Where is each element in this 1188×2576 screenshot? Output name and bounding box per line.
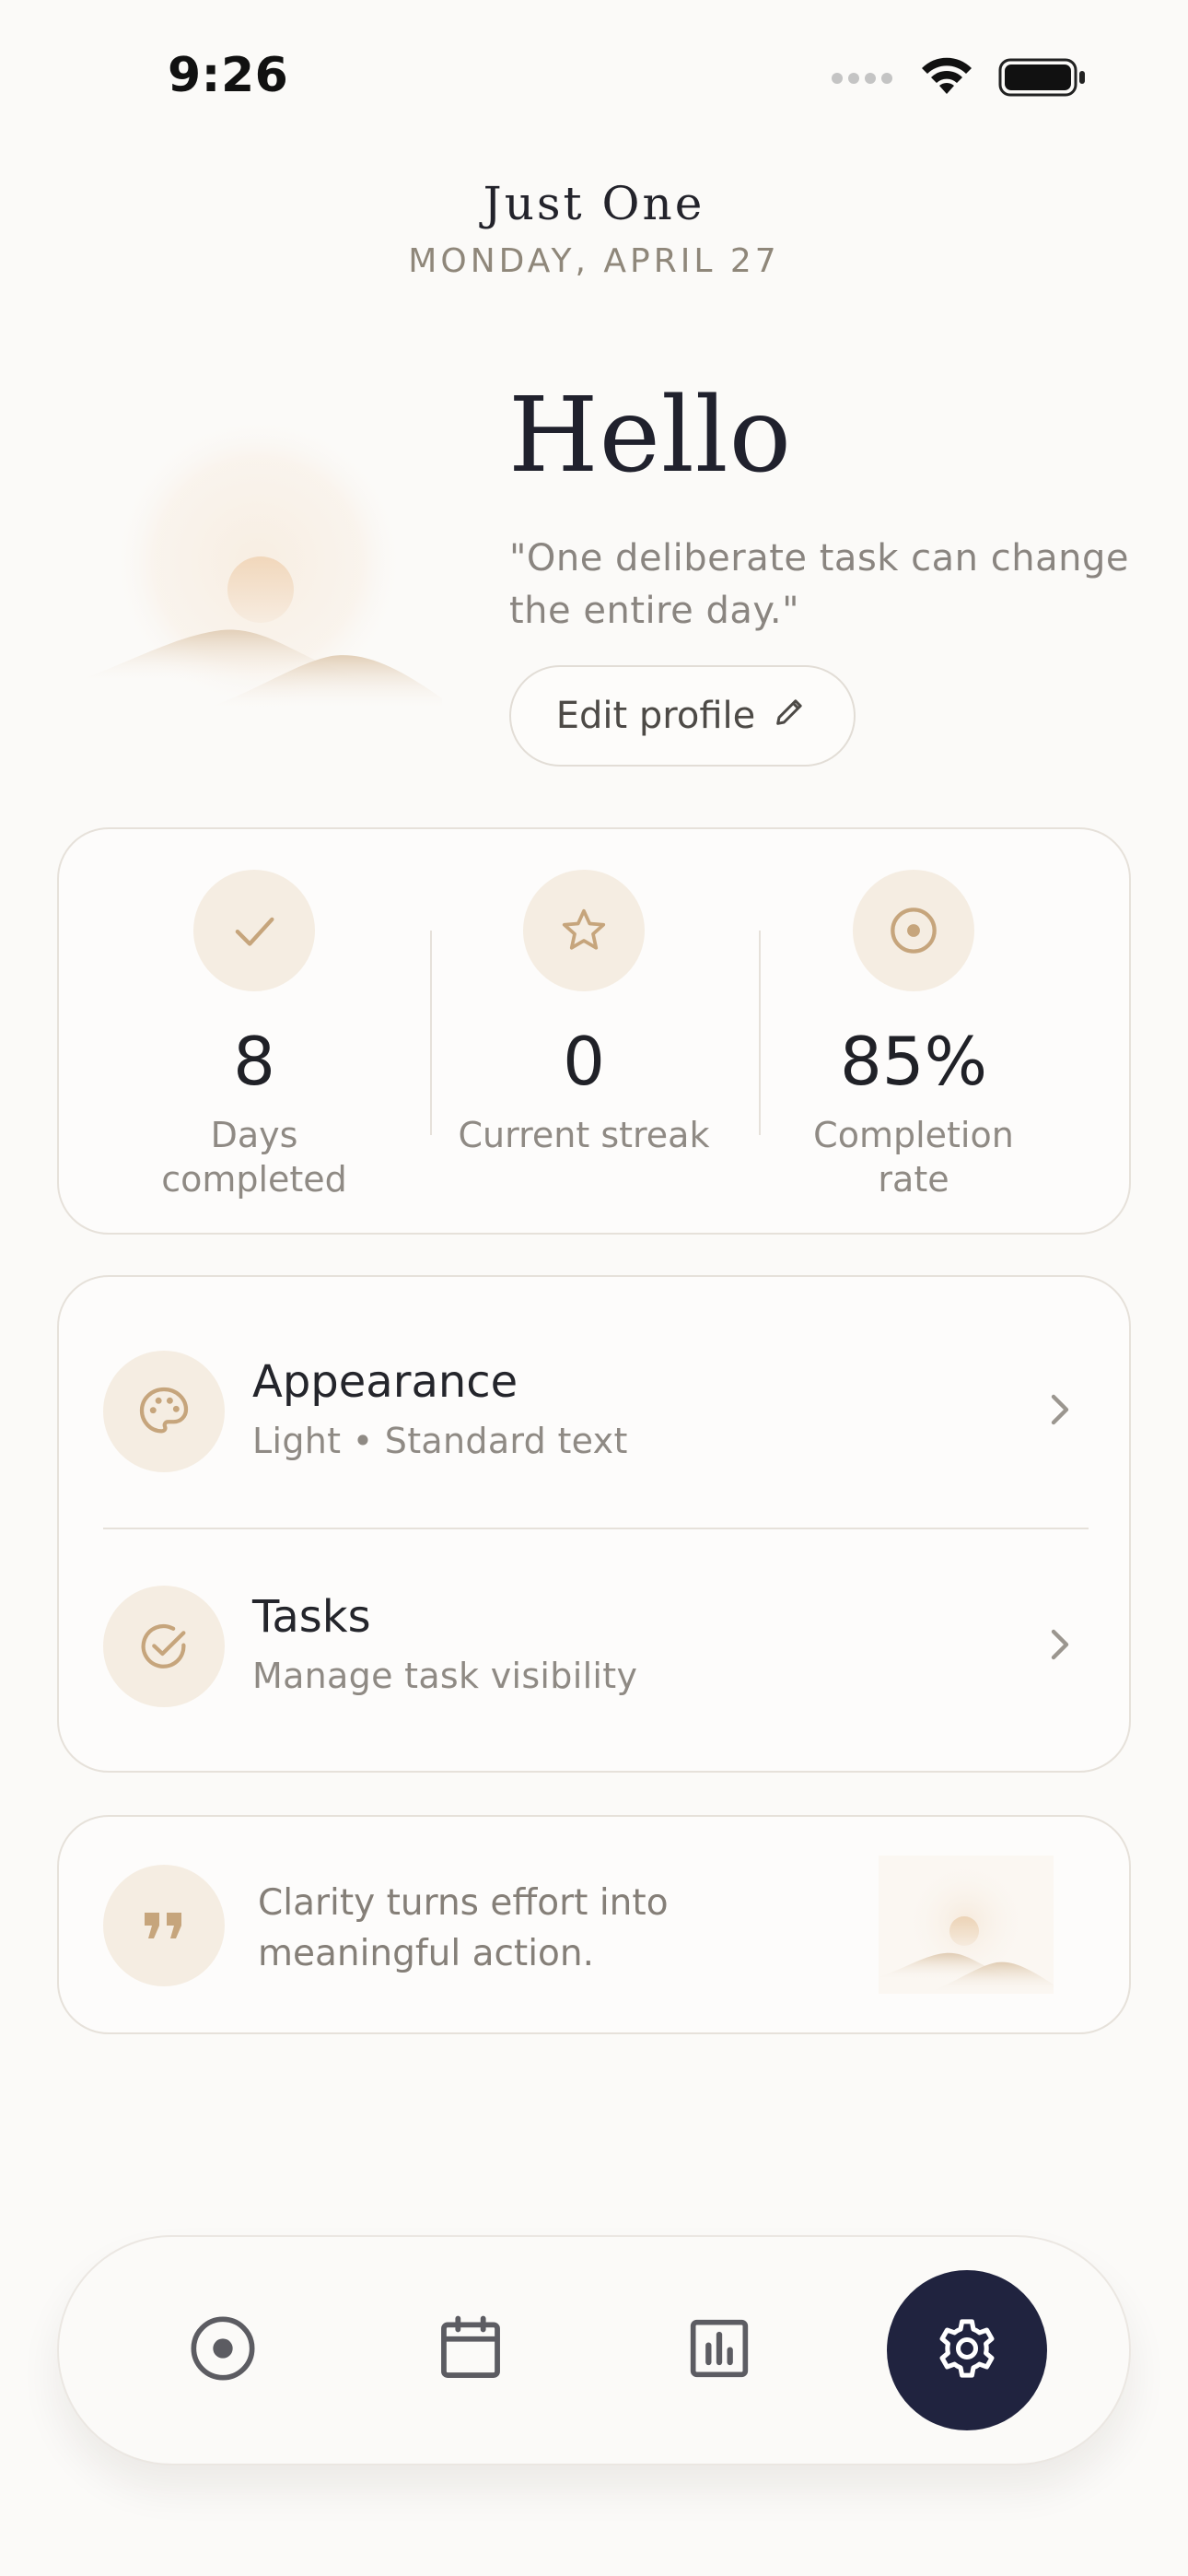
status-bar: 9:26: [0, 0, 1188, 147]
sunrise-thumbnail: [879, 1856, 1054, 1997]
greeting: Hello: [508, 376, 793, 496]
star-icon: [523, 870, 645, 991]
stat-label: Days completed: [161, 1115, 347, 1200]
quote-card-text: Clarity turns effort into meaningful act…: [258, 1882, 669, 1974]
edit-profile-label: Edit profile: [555, 695, 756, 737]
stat-days-completed: 8 Days completed: [116, 829, 392, 1233]
app-title: Just One: [483, 177, 705, 230]
battery-icon: [998, 57, 1087, 101]
edit-profile-button[interactable]: Edit profile: [509, 665, 856, 767]
stat-value: 8: [233, 1023, 275, 1100]
pencil-icon: [772, 693, 809, 739]
target-icon: [853, 870, 974, 991]
tab-focus[interactable]: [140, 2237, 306, 2464]
setting-title: Appearance: [252, 1356, 518, 1408]
sunrise-illustration: [74, 405, 442, 722]
check-icon: [193, 870, 315, 991]
setting-subtitle: Manage task visibility: [252, 1656, 638, 1696]
tab-stats[interactable]: [636, 2237, 802, 2464]
focus-icon: [186, 2312, 260, 2389]
check-circle-icon: [103, 1586, 225, 1707]
chevron-right-icon: [1048, 1626, 1074, 1667]
stat-label: Current streak: [458, 1115, 710, 1155]
stat-value: 85%: [839, 1023, 988, 1100]
chevron-right-icon: [1048, 1391, 1074, 1432]
quote-icon: [103, 1865, 225, 1986]
stat-value: 0: [563, 1023, 605, 1100]
stats-card: 8 Days completed 0 Current streak 85% Co…: [57, 827, 1131, 1235]
tab-calendar[interactable]: [388, 2237, 553, 2464]
stat-current-streak: 0 Current streak: [446, 829, 722, 1233]
stats-icon: [682, 2312, 756, 2389]
hero-quote: "One deliberate task can change the enti…: [509, 537, 1129, 632]
appearance-row[interactable]: Appearance Light • Standard text: [59, 1277, 1129, 1512]
palette-icon: [103, 1351, 225, 1472]
tab-settings[interactable]: [884, 2237, 1050, 2464]
setting-title: Tasks: [252, 1591, 371, 1643]
status-icons: [831, 57, 1087, 101]
current-date: MONDAY, APRIL 27: [408, 242, 780, 280]
tab-bar: [57, 2235, 1131, 2465]
calendar-icon: [433, 2311, 508, 2390]
quote-card: Clarity turns effort into meaningful act…: [57, 1815, 1131, 2034]
settings-gear-icon: [932, 2313, 1002, 2387]
tasks-row[interactable]: Tasks Manage task visibility: [59, 1512, 1129, 1747]
settings-card: Appearance Light • Standard text Tasks M…: [57, 1275, 1131, 1773]
wifi-icon: [919, 57, 974, 101]
active-tab-indicator: [887, 2270, 1047, 2430]
signal-icon: [831, 71, 895, 88]
setting-subtitle: Light • Standard text: [252, 1421, 628, 1461]
stat-divider: [759, 931, 761, 1135]
status-time: 9:26: [168, 48, 289, 103]
stat-completion-rate: 85% Completion rate: [775, 829, 1052, 1233]
stat-divider: [430, 931, 432, 1135]
stat-label: Completion rate: [813, 1115, 1014, 1200]
